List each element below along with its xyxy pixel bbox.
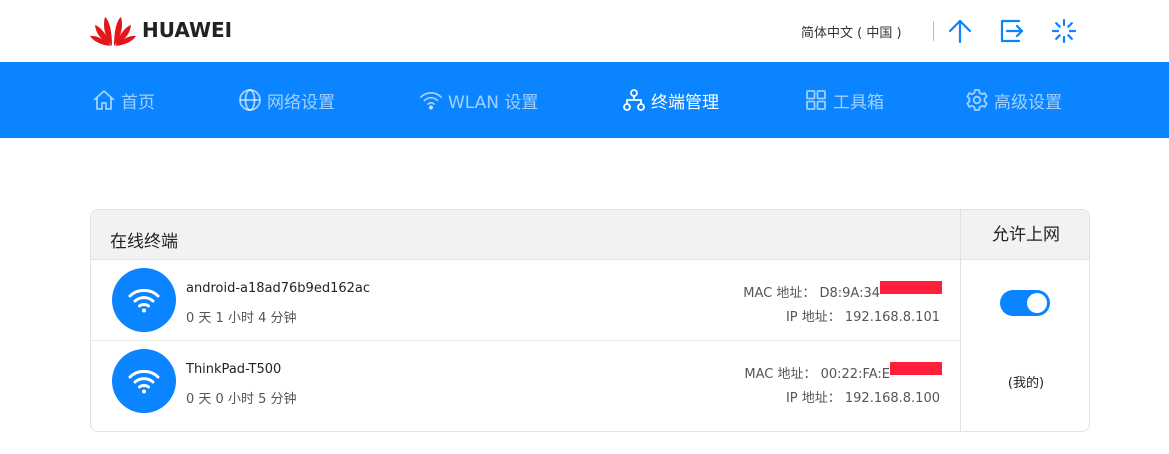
ip-value: 192.168.8.101 [844, 310, 940, 325]
nav-toolbox-label: 工具箱 [833, 92, 884, 113]
column-divider [960, 210, 961, 431]
brand-name: HUAWEI [142, 18, 233, 42]
device-row: ThinkPad-T500 0 天 0 小时 5 分钟 MAC 地址： 00:2… [91, 341, 960, 422]
device-mac: MAC 地址： 00:22:FA:E [744, 362, 942, 382]
ip-value: 192.168.8.100 [844, 391, 940, 406]
device-online-duration: 0 天 1 小时 4 分钟 [186, 311, 297, 326]
nav-advanced-label: 高级设置 [994, 92, 1062, 113]
wifi-icon [420, 91, 442, 110]
mac-value: D8:9A:34 [819, 286, 880, 301]
device-avatar [112, 349, 176, 413]
gear-icon [966, 89, 988, 111]
allow-internet-column-title: 允许上网 [992, 225, 1060, 245]
device-online-duration: 0 天 0 小时 5 分钟 [186, 392, 297, 407]
nav-home-label: 首页 [121, 92, 155, 113]
nav-toolbox[interactable]: 工具箱 [804, 62, 884, 138]
wifi-icon [128, 288, 160, 313]
ip-label: IP 地址： [785, 391, 841, 406]
device-avatar [112, 268, 176, 332]
device-name: ThinkPad-T500 [186, 362, 282, 377]
device-row: android-a18ad76b9ed162ac 0 天 1 小时 4 分钟 M… [91, 260, 960, 341]
wifi-icon [128, 369, 160, 394]
allow-internet-toggle[interactable] [1000, 290, 1050, 316]
language-selector[interactable]: 简体中文 ( 中国 ) [801, 22, 902, 41]
device-ip: IP 地址： 192.168.8.100 [786, 387, 940, 406]
network-tree-icon [623, 89, 645, 111]
nav-advanced-settings[interactable]: 高级设置 [965, 62, 1062, 138]
device-ip: IP 地址： 192.168.8.101 [786, 306, 940, 325]
mac-label: MAC 地址： [744, 367, 817, 382]
main-nav: 首页 网络设置 WLAN 设置 终端管理 工具箱 高级设置 [0, 62, 1169, 138]
mac-value: 00:22:FA:E [820, 367, 890, 382]
upload-arrow-icon[interactable] [947, 18, 973, 44]
nav-terminal-management[interactable]: 终端管理 [622, 62, 719, 138]
loading-spinner-icon[interactable] [1051, 18, 1077, 44]
panel-title: 在线终端 [110, 232, 178, 252]
my-device-label: (我的) [1007, 376, 1045, 391]
device-name: android-a18ad76b9ed162ac [186, 281, 370, 296]
huawei-flower-icon [90, 17, 136, 46]
huawei-logo[interactable]: HUAWEI [90, 13, 232, 47]
nav-network-settings[interactable]: 网络设置 [238, 62, 335, 138]
nav-home[interactable]: 首页 [92, 62, 155, 138]
mac-redaction [880, 281, 942, 294]
device-mac: MAC 地址： D8:9A:34 [743, 281, 942, 301]
online-devices-panel: 在线终端 允许上网 android-a18ad76b9ed162ac 0 天 1… [90, 209, 1090, 432]
mac-label: MAC 地址： [743, 286, 816, 301]
mac-redaction [890, 362, 942, 375]
nav-network-label: 网络设置 [267, 92, 335, 113]
home-icon [93, 90, 115, 110]
logout-icon[interactable] [999, 18, 1025, 44]
toggle-knob [1027, 293, 1047, 313]
globe-icon [239, 89, 261, 111]
ip-label: IP 地址： [785, 310, 841, 325]
nav-terminal-label: 终端管理 [651, 92, 719, 113]
nav-wlan-label: WLAN 设置 [448, 92, 539, 113]
header-divider [933, 21, 934, 41]
grid-icon [806, 90, 826, 110]
top-header: HUAWEI 简体中文 ( 中国 ) [0, 0, 1169, 62]
nav-wlan-settings[interactable]: WLAN 设置 [419, 62, 538, 138]
panel-header: 在线终端 允许上网 [91, 210, 1089, 260]
